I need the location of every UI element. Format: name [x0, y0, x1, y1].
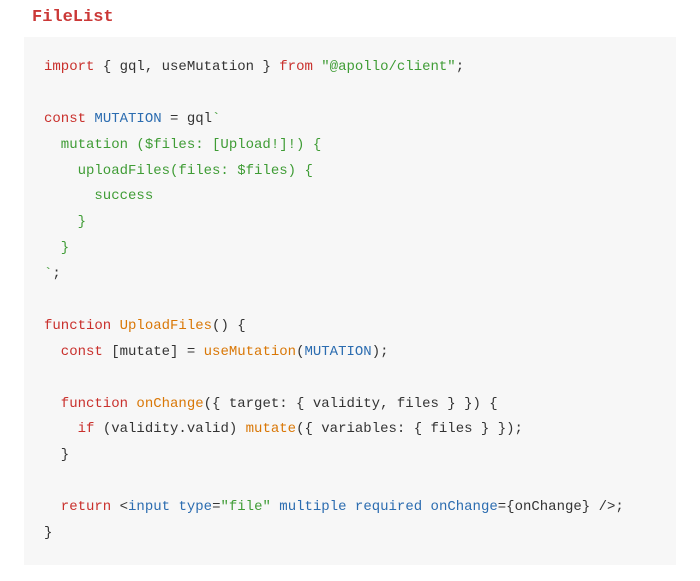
code-keyword: from — [279, 59, 313, 75]
code-keyword: function — [44, 318, 111, 334]
code-text — [111, 499, 119, 515]
code-text: ; — [615, 499, 623, 515]
code-string: } — [44, 214, 86, 230]
code-text: (validity.valid) — [94, 421, 245, 437]
code-attr: multiple — [279, 499, 346, 515]
code-text: ; — [456, 59, 464, 75]
code-text: [mutate] = — [103, 344, 204, 360]
code-keyword: if — [44, 421, 94, 437]
code-keyword: import — [44, 59, 94, 75]
code-block: import { gql, useMutation } from "@apoll… — [24, 37, 676, 565]
code-keyword: const — [44, 344, 103, 360]
code-function-name: UploadFiles — [111, 318, 212, 334]
code-string: mutation ($files: [Upload!]!) { — [44, 137, 321, 153]
code-string: ` — [212, 111, 220, 127]
document-container: FileList import { gql, useMutation } fro… — [0, 0, 700, 581]
code-text: ; — [52, 266, 60, 282]
code-text: } — [44, 525, 52, 541]
code-text: = gql — [170, 111, 212, 127]
code-text: () { — [212, 318, 246, 334]
code-text — [347, 499, 355, 515]
code-text: /> — [590, 499, 615, 515]
code-text: } — [44, 447, 69, 463]
code-keyword: return — [44, 499, 111, 515]
code-keyword: function — [44, 396, 128, 412]
code-text: = — [498, 499, 506, 515]
code-string: "@apollo/client" — [321, 59, 455, 75]
code-text — [422, 499, 430, 515]
code-string: uploadFiles(files: $files) { — [44, 163, 313, 179]
code-text: < — [120, 499, 128, 515]
code-keyword: const — [44, 111, 86, 127]
code-string: success — [44, 188, 153, 204]
code-tag: input — [128, 499, 170, 515]
code-string: } — [44, 240, 69, 256]
code-attr: onChange — [431, 499, 498, 515]
section-heading: FileList — [32, 8, 676, 27]
code-text: ); — [372, 344, 389, 360]
code-attr: type — [178, 499, 212, 515]
code-function-name: onChange — [128, 396, 204, 412]
code-function-name: useMutation — [204, 344, 296, 360]
code-text: { gql, useMutation } — [94, 59, 279, 75]
code-attr: required — [355, 499, 422, 515]
code-definition: MUTATION — [304, 344, 371, 360]
code-function-name: mutate — [246, 421, 296, 437]
code-definition: MUTATION — [86, 111, 170, 127]
code-text: {onChange} — [506, 499, 590, 515]
code-text: ({ target: { validity, files } }) { — [204, 396, 498, 412]
code-string: "file" — [220, 499, 270, 515]
code-text: ({ variables: { files } }); — [296, 421, 523, 437]
